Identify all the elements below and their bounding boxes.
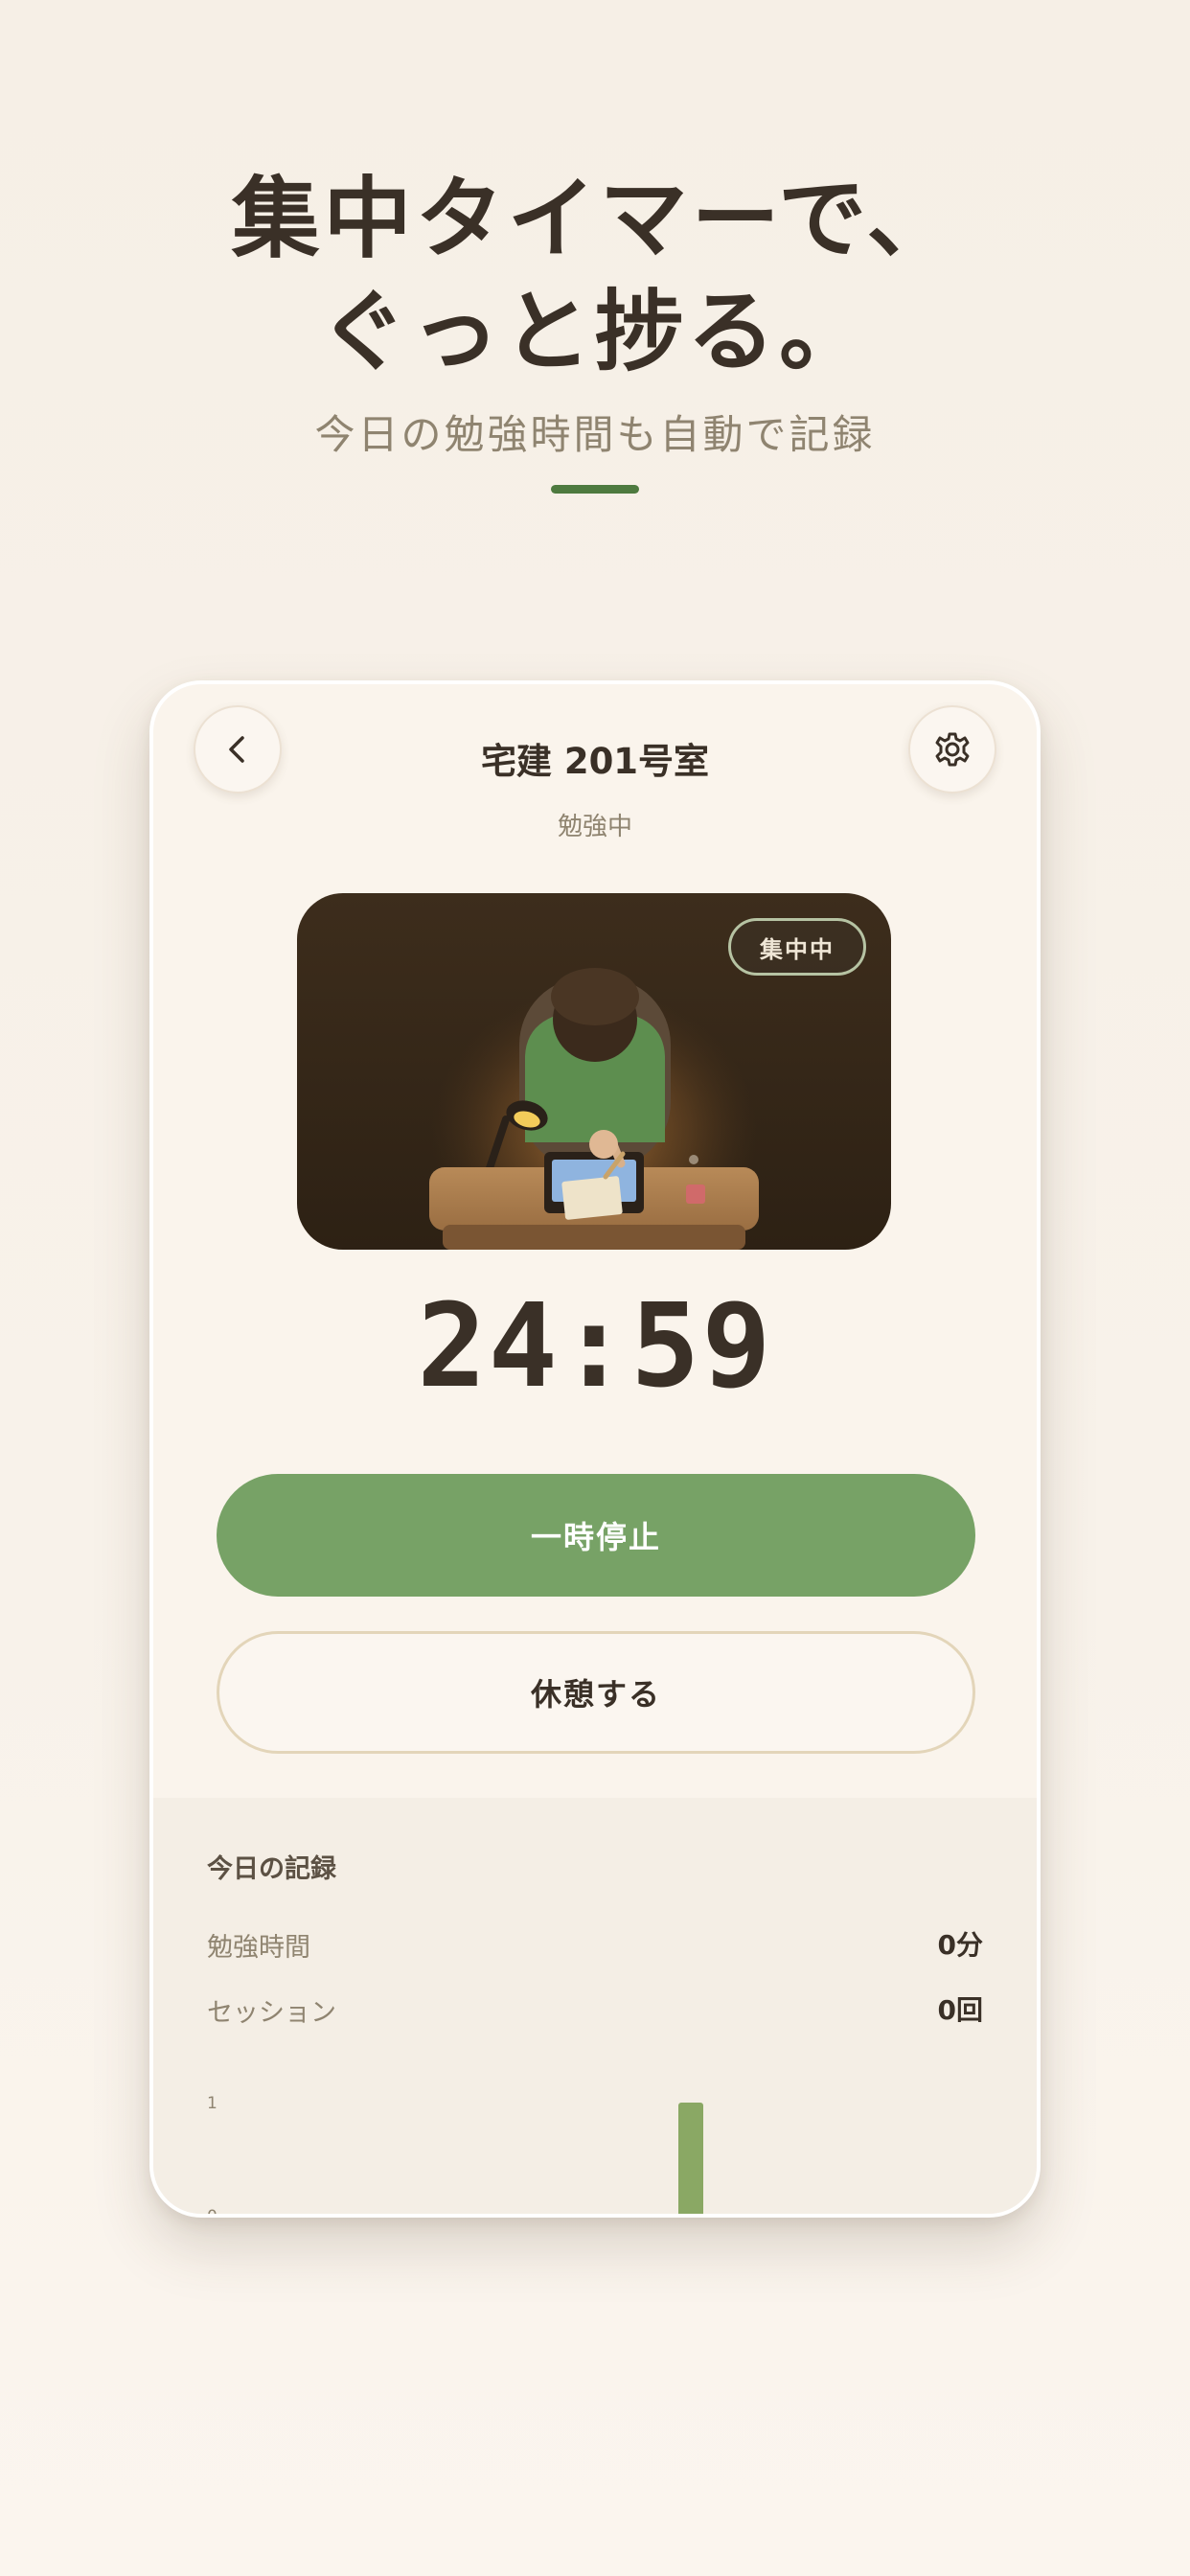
chart-bar (678, 2103, 703, 2214)
hero-title-line1: 集中タイマーで、 (231, 168, 959, 270)
room-title: 宅建 201号室 (480, 741, 710, 782)
break-button[interactable]: 休憩する (217, 1631, 975, 1754)
y-tick-label: 1 (207, 2094, 217, 2113)
y-tick-label: 0 (207, 2207, 217, 2218)
settings-button[interactable] (908, 705, 996, 794)
hero-subtitle: 今日の勉強時間も自動で記録 (314, 411, 876, 458)
room-status: 勉強中 (557, 813, 632, 841)
hero-title: 集中タイマーで、 ぐっと捗る。 (0, 163, 1190, 389)
gear-icon (935, 732, 970, 767)
pause-button[interactable]: 一時停止 (217, 1474, 975, 1597)
daily-study-chart: 01 (207, 2094, 703, 2218)
app-screen-card: 宅建 201号室 勉強中 集中中 24:59 一時停止 休憩する 今日の記録 勉… (149, 680, 1041, 2218)
timer-display: 24:59 (417, 1280, 773, 1414)
today-records-section: 今日の記録 勉強時間 0分 セッション 0回 01 (153, 1798, 1037, 2218)
focus-status-badge: 集中中 (728, 918, 866, 976)
hero-title-line2: ぐっと捗る。 (318, 281, 871, 383)
hero-underline (551, 485, 639, 494)
